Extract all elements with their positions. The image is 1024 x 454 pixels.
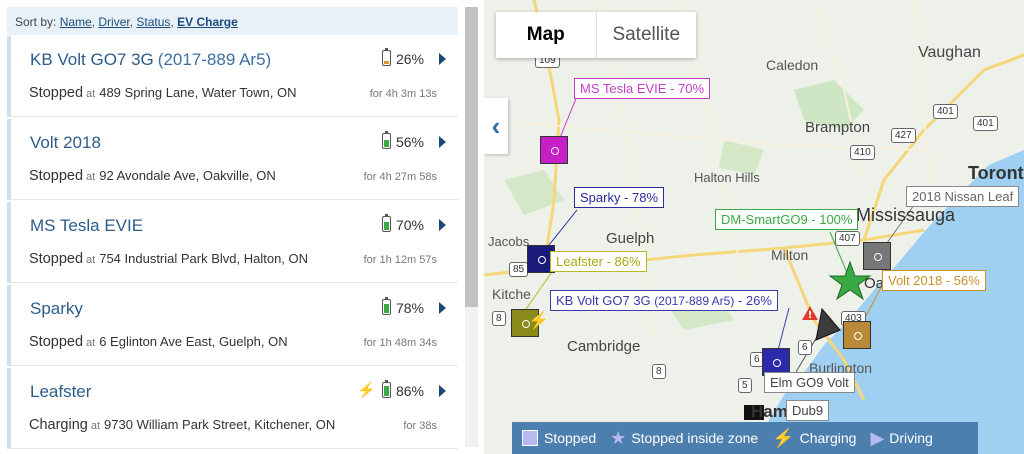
- vehicle-card[interactable]: Volt 2018 56% Stopped at 92 Avondale Ave, …: [7, 119, 458, 200]
- vehicle-status: Stopped at 92 Avondale Ave, Oakville, ON: [29, 168, 276, 184]
- highway-shield: 85: [509, 262, 529, 277]
- stopped-square-icon: [522, 430, 538, 446]
- vehicle-status: Stopped at 754 Industrial Park Blvd, Halto…: [29, 251, 309, 267]
- vehicle-map-label[interactable]: Elm GO9 Volt: [764, 372, 855, 393]
- charging-bolt-icon: ⚡: [528, 311, 550, 330]
- vehicle-map-label[interactable]: Leafster - 86%: [550, 251, 647, 272]
- highway-shield: 401: [973, 116, 998, 131]
- map-tab-map[interactable]: Map: [496, 12, 596, 58]
- place-label: Caledon: [766, 57, 819, 73]
- highway-shield: 427: [891, 128, 916, 143]
- vehicle-status: Stopped at 489 Spring Lane, Water Town, ON: [29, 85, 297, 101]
- vehicle-name[interactable]: KB Volt GO7 3G (2017-889 Ar5): [30, 50, 271, 70]
- charge-percent: 56%: [395, 134, 424, 150]
- vehicle-map-label[interactable]: KB Volt GO7 3G (2017-889 Ar5) - 26%: [550, 290, 778, 311]
- legend-item: ★ Stopped inside zone: [610, 427, 759, 448]
- svg-text:!: !: [808, 310, 813, 321]
- highway-shield: 8: [652, 364, 666, 379]
- expand-arrow-icon[interactable]: [439, 302, 446, 314]
- vehicle-card[interactable]: KB Volt GO7 3G (2017-889 Ar5) 26% Stopped…: [7, 36, 458, 117]
- charge-percent: 86%: [395, 383, 424, 399]
- status-duration: for 4h 27m 58s: [363, 171, 437, 183]
- vehicle-map-label[interactable]: Dub9: [786, 400, 830, 421]
- star-icon: ★: [610, 427, 627, 448]
- place-label: Milton: [771, 247, 809, 263]
- vehicle-name[interactable]: Volt 2018: [30, 133, 101, 153]
- highway-shield: 407: [835, 231, 860, 246]
- battery-icon: [382, 214, 391, 232]
- sort-bar: Sort by: Name, Driver, Status, EV Charge: [7, 7, 458, 35]
- place-label: Halton Hills: [694, 170, 760, 185]
- bolt-icon: ⚡: [772, 427, 795, 448]
- vehicle-status: Stopped at 6 Eglinton Ave East, Guelph, ON: [29, 334, 288, 350]
- expand-arrow-icon[interactable]: [439, 136, 446, 148]
- chevron-left-icon: ‹: [491, 110, 501, 141]
- status-duration: for 1h 48m 34s: [363, 337, 437, 349]
- sort-driver-link[interactable]: Driver: [98, 15, 129, 29]
- highway-shield: 6: [798, 340, 812, 355]
- charge-percent: 26%: [395, 51, 424, 67]
- expand-arrow-icon[interactable]: [439, 219, 446, 231]
- vehicle-name[interactable]: Sparky: [30, 299, 83, 319]
- place-label: Guelph: [606, 230, 655, 247]
- vehicle-status: Charging at 9730 William Park Street, Kitc…: [29, 417, 336, 433]
- vehicle-name[interactable]: Leafster: [30, 382, 91, 402]
- sort-name-link[interactable]: Name: [60, 15, 92, 29]
- battery-icon: [382, 131, 391, 149]
- battery-icon: [382, 380, 391, 398]
- vehicle-marker-stopped[interactable]: [843, 321, 871, 349]
- battery-icon: [382, 297, 391, 315]
- vehicle-card[interactable]: MS Tesla EVIE 70% Stopped at 754 Industria…: [7, 202, 458, 283]
- vehicle-map-label[interactable]: Sparky - 78%: [574, 187, 665, 208]
- place-label: Brampton: [805, 119, 871, 136]
- charge-percent: 78%: [395, 300, 424, 316]
- sort-ev-charge-link[interactable]: EV Charge: [177, 15, 238, 29]
- legend-item: ▶ Driving: [870, 427, 933, 448]
- legend-item: ⚡ Charging: [772, 427, 857, 448]
- highway-shield: 5: [738, 378, 752, 393]
- highway-shield: 410: [850, 145, 875, 160]
- highway-shield: 401: [933, 104, 958, 119]
- vehicle-map-label[interactable]: 2018 Nissan Leaf: [906, 186, 1020, 207]
- vehicle-list: KB Volt GO7 3G (2017-889 Ar5) 26% Stopped…: [7, 36, 458, 454]
- place-label: Vaughan: [918, 44, 981, 61]
- vehicle-marker-stopped[interactable]: [863, 242, 891, 270]
- place-label: Cambridge: [567, 338, 641, 355]
- place-label: Toront: [968, 163, 1024, 183]
- vehicle-map-label[interactable]: DM-SmartGO9 - 100%: [715, 209, 859, 230]
- place-label: Mississauga: [856, 205, 956, 225]
- place-label: Jacobs: [488, 234, 530, 249]
- legend-item: Stopped: [522, 430, 596, 446]
- sort-status-link[interactable]: Status: [136, 15, 170, 29]
- expand-arrow-icon[interactable]: [439, 385, 446, 397]
- charge-percent: 70%: [395, 217, 424, 233]
- status-duration: for 4h 3m 13s: [369, 88, 437, 100]
- place-label: Ham: [751, 402, 788, 421]
- collapse-panel-button[interactable]: ‹: [484, 98, 508, 154]
- map-tab-satellite[interactable]: Satellite: [595, 12, 697, 58]
- highway-shield: 8: [492, 311, 506, 326]
- vehicle-card[interactable]: Leafster ⚡ 86% Charging at 9730 William Pa…: [7, 368, 458, 449]
- map-type-control: Map Satellite: [496, 12, 696, 58]
- vehicle-panel: Sort by: Name, Driver, Status, EV Charge…: [0, 0, 484, 454]
- vehicle-map-label[interactable]: MS Tesla EVIE - 70%: [574, 78, 711, 99]
- vehicle-card[interactable]: Sparky 78% Stopped at 6 Eglinton Ave East,…: [7, 285, 458, 366]
- battery-icon: [382, 48, 391, 66]
- place-label: Kitche: [492, 286, 531, 302]
- vehicle-map-label[interactable]: Volt 2018 - 56%: [882, 270, 986, 291]
- status-duration: for 1h 12m 57s: [363, 254, 437, 266]
- vehicle-name[interactable]: MS Tesla EVIE: [30, 216, 143, 236]
- status-duration: for 38s: [403, 420, 437, 432]
- map-view[interactable]: ! Caledon Vaughan Brampton Toront Halton…: [484, 0, 1024, 454]
- driving-arrow-icon: ▶: [870, 427, 885, 448]
- charging-bolt-icon: ⚡: [357, 382, 376, 399]
- expand-arrow-icon[interactable]: [439, 53, 446, 65]
- map-legend: Stopped ★ Stopped inside zone ⚡ Charging ▶…: [512, 422, 978, 454]
- vehicle-marker-stopped[interactable]: [540, 136, 568, 164]
- list-scrollbar-thumb[interactable]: [465, 7, 478, 307]
- sort-prefix: Sort by:: [15, 15, 57, 29]
